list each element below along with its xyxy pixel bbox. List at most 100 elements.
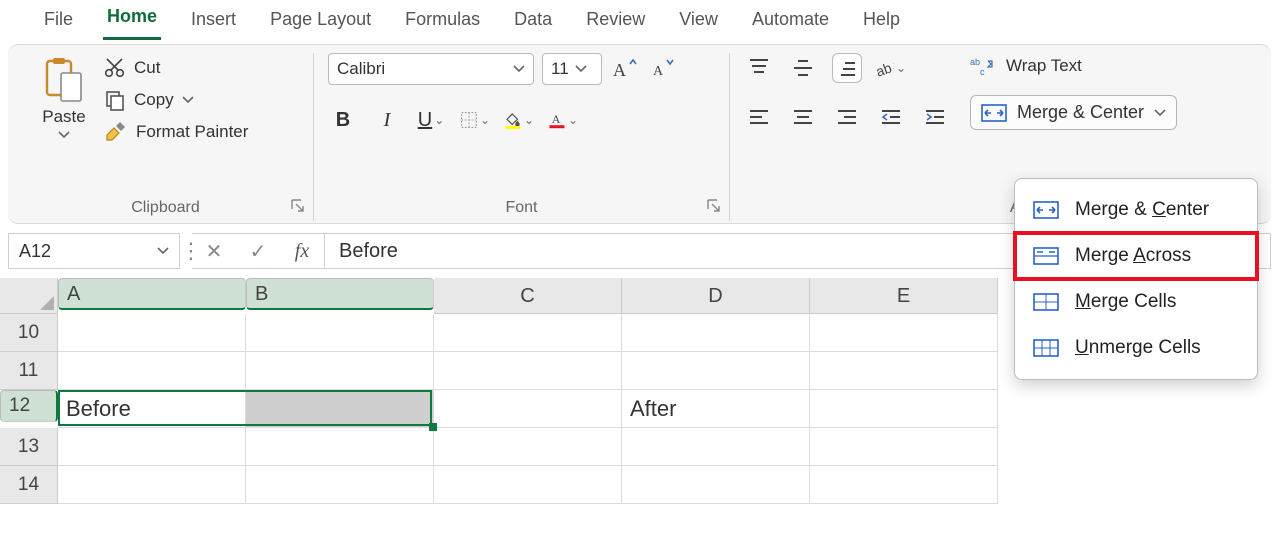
cell-C14[interactable] [434, 466, 622, 504]
menu-item-label: Merge Across [1075, 245, 1191, 267]
row-header-14[interactable]: 14 [0, 466, 58, 504]
row-header-11[interactable]: 11 [0, 352, 58, 390]
font-color-button[interactable]: A⌄ [548, 105, 578, 135]
tab-file[interactable]: File [40, 3, 77, 40]
cell-E12[interactable] [810, 390, 998, 428]
font-size-select[interactable]: 11 [542, 53, 602, 85]
tab-review[interactable]: Review [582, 3, 649, 40]
name-box-value: A12 [19, 241, 51, 262]
tab-view[interactable]: View [675, 3, 722, 40]
cell-B12[interactable] [246, 390, 434, 428]
format-painter-button[interactable]: Format Painter [104, 121, 248, 143]
cell-D12[interactable]: After [622, 390, 810, 428]
cell-A12[interactable]: Before [58, 390, 246, 428]
cell-D14[interactable] [622, 466, 810, 504]
name-box[interactable]: A12 [8, 233, 180, 269]
select-all-corner[interactable] [0, 278, 58, 314]
tab-data[interactable]: Data [510, 3, 556, 40]
cell-D13[interactable] [622, 428, 810, 466]
cell-B14[interactable] [246, 466, 434, 504]
column-header-A[interactable]: A [58, 278, 246, 310]
align-middle-button[interactable] [788, 53, 818, 83]
chevron-down-icon[interactable]: ⌄ [480, 113, 490, 127]
cell-C12[interactable] [434, 390, 622, 428]
underline-button[interactable]: U⌄ [416, 105, 446, 135]
clipboard-group-label: Clipboard [18, 199, 313, 217]
cell-C11[interactable] [434, 352, 622, 390]
chevron-down-icon[interactable]: ⌄ [524, 113, 534, 127]
increase-font-size-button[interactable]: A [610, 54, 640, 84]
dialog-launcher-icon[interactable] [705, 197, 723, 215]
paste-label: Paste [42, 107, 85, 127]
cell-E11[interactable] [810, 352, 998, 390]
cell-B10[interactable] [246, 314, 434, 352]
enter-button[interactable]: ✓ [236, 239, 280, 264]
column-header-E[interactable]: E [810, 278, 998, 314]
cut-label: Cut [134, 58, 160, 78]
cell-E10[interactable] [810, 314, 998, 352]
decrease-indent-button[interactable] [876, 103, 906, 133]
tab-page-layout[interactable]: Page Layout [266, 3, 375, 40]
insert-function-button[interactable]: fx [280, 240, 324, 263]
chevron-down-icon[interactable] [1154, 109, 1166, 117]
cell-A10[interactable] [58, 314, 246, 352]
row-header-12[interactable]: 12 [0, 390, 58, 422]
merge-center-button[interactable]: Merge & Center [970, 95, 1177, 130]
align-center-button[interactable] [788, 103, 818, 133]
wrap-text-button[interactable]: abc Wrap Text [970, 55, 1177, 77]
chevron-down-icon[interactable] [58, 131, 70, 139]
cut-button[interactable]: Cut [104, 57, 248, 79]
cancel-button[interactable]: ✕ [192, 239, 236, 264]
cell-E14[interactable] [810, 466, 998, 504]
column-header-D[interactable]: D [622, 278, 810, 314]
column-header-C[interactable]: C [434, 278, 622, 314]
row-header-10[interactable]: 10 [0, 314, 58, 352]
tab-home[interactable]: Home [103, 0, 161, 40]
dialog-launcher-icon[interactable] [289, 197, 307, 215]
cell-B11[interactable] [246, 352, 434, 390]
cell-A14[interactable] [58, 466, 246, 504]
increase-indent-button[interactable] [920, 103, 950, 133]
font-name-select[interactable]: Calibri [328, 53, 534, 85]
menu-item-unmerge-cells[interactable]: Unmerge Cells [1015, 325, 1257, 371]
align-bottom-button[interactable] [832, 53, 862, 83]
bold-button[interactable]: B [328, 105, 358, 135]
decrease-font-size-button[interactable]: A [648, 54, 678, 84]
cell-C13[interactable] [434, 428, 622, 466]
font-name-value: Calibri [337, 59, 507, 79]
row-header-13[interactable]: 13 [0, 428, 58, 466]
cell-E13[interactable] [810, 428, 998, 466]
chevron-down-icon[interactable] [182, 96, 194, 104]
cell-D10[interactable] [622, 314, 810, 352]
cell-A13[interactable] [58, 428, 246, 466]
cell-B13[interactable] [246, 428, 434, 466]
align-left-button[interactable] [744, 103, 774, 133]
cell-A11[interactable] [58, 352, 246, 390]
tab-automate[interactable]: Automate [748, 3, 833, 40]
fill-color-button[interactable]: ⌄ [504, 105, 534, 135]
cell-D11[interactable] [622, 352, 810, 390]
format-painter-label: Format Painter [136, 122, 248, 142]
copy-button[interactable]: Copy [104, 89, 248, 111]
menu-item-merge-cells[interactable]: Merge Cells [1015, 279, 1257, 325]
borders-button[interactable]: ⌄ [460, 105, 490, 135]
merge-center-icon [981, 103, 1007, 123]
chevron-down-icon[interactable]: ⌄ [434, 113, 444, 127]
align-right-button[interactable] [832, 103, 862, 133]
align-top-button[interactable] [744, 53, 774, 83]
column-header-B[interactable]: B [246, 278, 434, 310]
orientation-button[interactable]: ab⌄ [876, 53, 906, 83]
chevron-down-icon[interactable]: ⌄ [896, 61, 906, 75]
group-clipboard: Paste Cut Copy Format Painter Cli [18, 53, 314, 221]
chevron-down-icon[interactable] [157, 247, 169, 255]
tab-insert[interactable]: Insert [187, 3, 240, 40]
menu-item-merge-across[interactable]: Merge Across [1015, 233, 1257, 279]
paste-button[interactable]: Paste [32, 53, 96, 143]
tab-help[interactable]: Help [859, 3, 904, 40]
italic-button[interactable]: I [372, 105, 402, 135]
menu-item-merge-and-center[interactable]: Merge & Center [1015, 187, 1257, 233]
cell-C10[interactable] [434, 314, 622, 352]
tab-formulas[interactable]: Formulas [401, 3, 484, 40]
chevron-down-icon[interactable]: ⌄ [568, 113, 578, 127]
grip-icon[interactable]: ⋮ [180, 238, 192, 264]
